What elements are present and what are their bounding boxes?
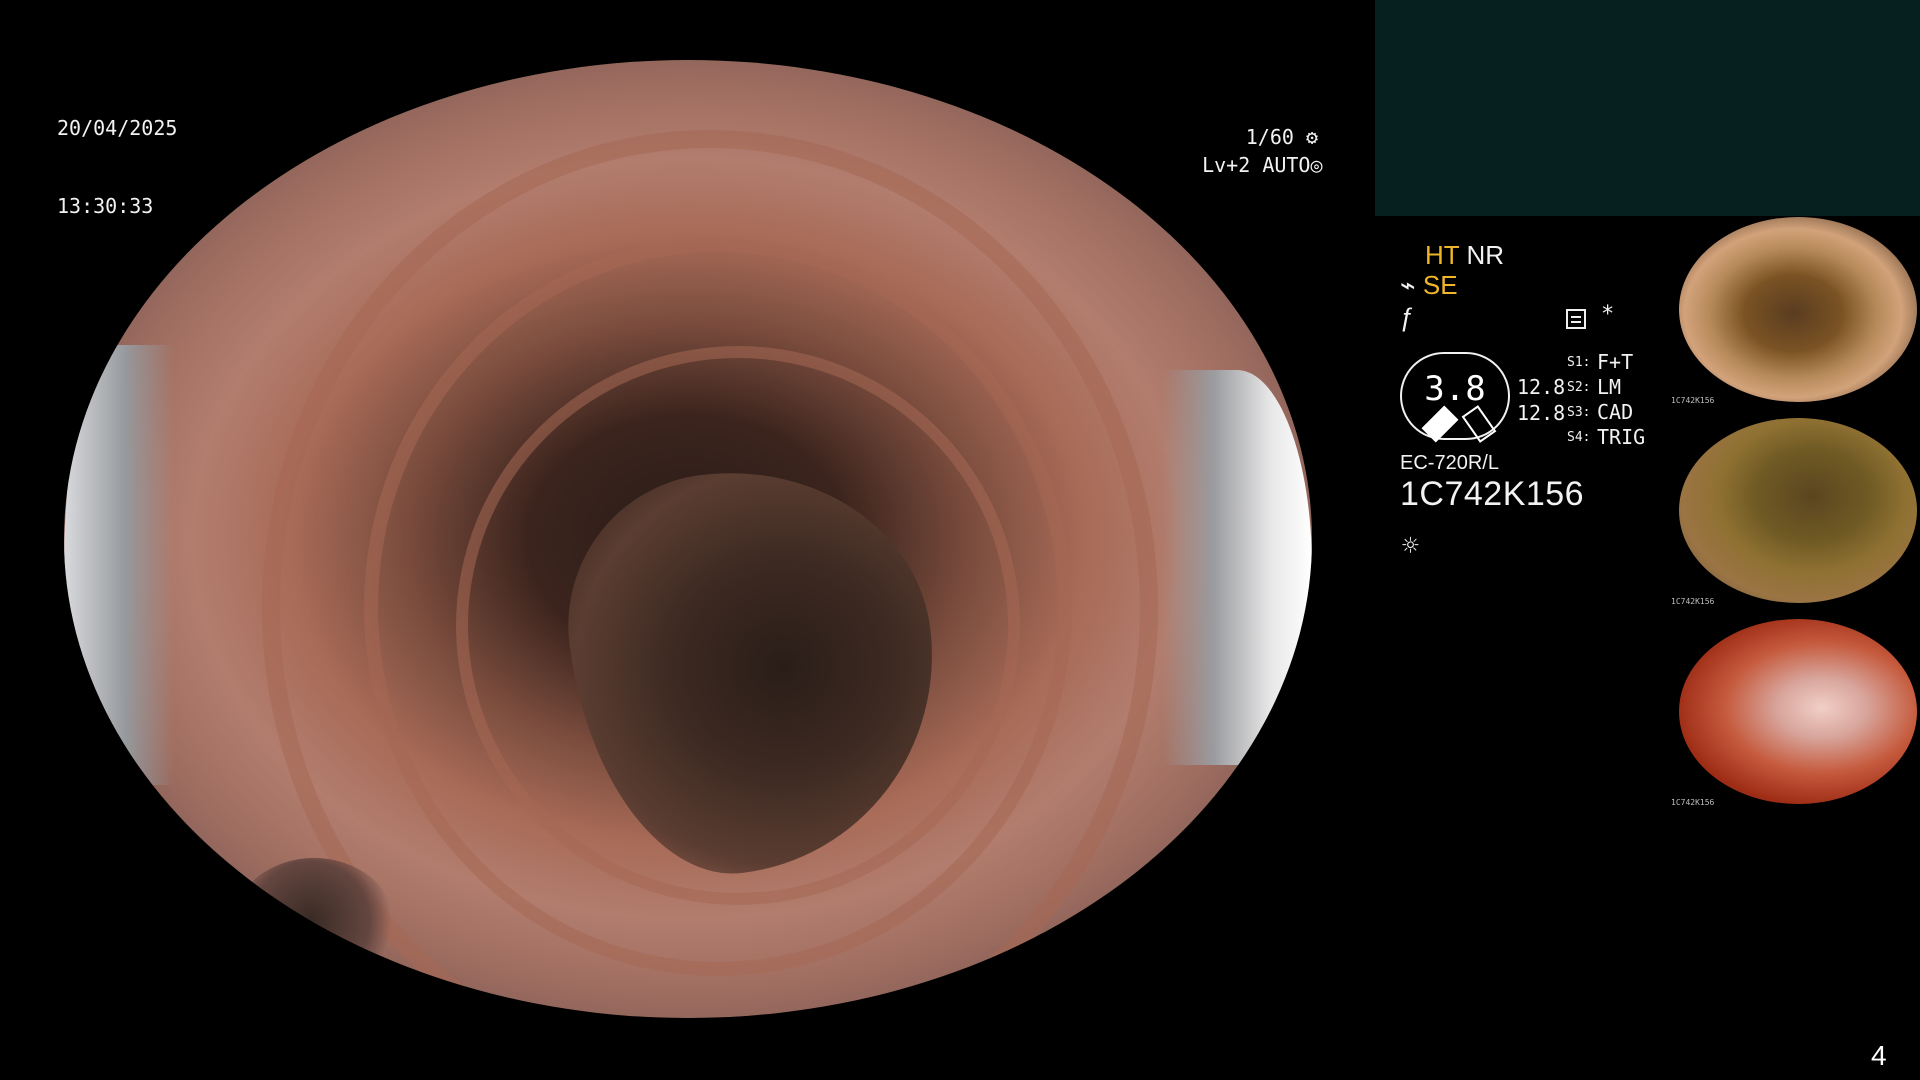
dial-value: 3.8 (1424, 369, 1486, 409)
info-panel-top (1375, 0, 1920, 216)
scope-serial: 1C742K156 (1400, 475, 1585, 513)
instrument-shadow (234, 858, 394, 988)
thumbnail-meta: 1C742K156 (1671, 798, 1715, 807)
shortcut-label: F+T (1597, 350, 1634, 374)
dial-side-value-1: 12.8 (1517, 375, 1566, 399)
image-mode-row: HT NR (1425, 240, 1520, 270)
level-value: Lv+2 (1202, 153, 1251, 177)
shortcut-label: CAD (1597, 400, 1634, 424)
shortcut-list: S1: F+T S2: LM S3: CAD S4: TRIG (1567, 350, 1677, 454)
shortcut-s3: S3: CAD (1567, 400, 1677, 425)
date-label: 20/04/2025 (57, 116, 178, 140)
dial-side-values: 12.8 12.8 (1517, 374, 1566, 430)
thumbnail-meta: 1C742K156 (1671, 597, 1715, 606)
thumbnail-1[interactable]: 1C742K156 (1671, 215, 1920, 410)
se-label: SE (1422, 270, 1458, 300)
shortcut-key: S1: (1567, 355, 1591, 370)
shortcut-s4: S4: TRIG (1567, 425, 1677, 450)
shortcut-label: LM (1597, 375, 1622, 399)
auto-mode-label: AUTO (1262, 153, 1311, 177)
dial-side-value-2: 12.8 (1517, 401, 1566, 425)
thumbnail-3[interactable]: 1C742K156 (1671, 617, 1920, 812)
shortcut-key: S3: (1567, 405, 1591, 420)
shortcut-label: TRIG (1597, 425, 1646, 449)
thumbnail-strip: 1C742K156 1C742K156 1C742K156 (1671, 215, 1920, 815)
auto-mode-icon: ◎ (1310, 153, 1323, 177)
scope-model: EC-720R/L (1400, 452, 1499, 474)
shortcut-s2: S2: LM (1567, 375, 1677, 400)
thumbnail-image (1679, 418, 1917, 603)
ht-label: HT (1425, 240, 1460, 270)
shortcut-s1: S1: F+T (1567, 350, 1677, 375)
function-icon: ƒ (1400, 302, 1415, 332)
shutter-overlay: 1/60 ⚙ (1216, 98, 1318, 149)
dial-marker-left (1421, 405, 1459, 443)
timestamp-overlay: 20/04/2025 13:30:33 (57, 63, 177, 218)
zoom-dial: 3.8 (1400, 352, 1510, 443)
enhancement-icon: ⌁ (1400, 270, 1416, 300)
shortcut-key: S4: (1567, 430, 1591, 445)
thumbnail-image (1679, 217, 1917, 402)
star-icon: * (1601, 302, 1615, 327)
nr-label: NR (1466, 240, 1504, 270)
thumbnail-2[interactable]: 1C742K156 (1671, 416, 1920, 611)
view-edge-right (1162, 370, 1312, 765)
view-edge-left (64, 345, 174, 785)
grid-icon (1566, 309, 1586, 329)
exposure-overlay: Lv+2 AUTO◎ (1178, 126, 1322, 177)
thumbnail-image (1679, 619, 1917, 804)
thumbnail-meta: 1C742K156 (1671, 396, 1715, 405)
enhancement-row: ⌁ SE (1400, 270, 1490, 300)
endoscope-main-view (64, 60, 1312, 1018)
light-icon: ☼ (1402, 529, 1419, 562)
shortcut-key: S2: (1567, 380, 1591, 395)
page-number: 4 (1871, 1040, 1887, 1071)
time-label: 13:30:33 (57, 194, 154, 218)
